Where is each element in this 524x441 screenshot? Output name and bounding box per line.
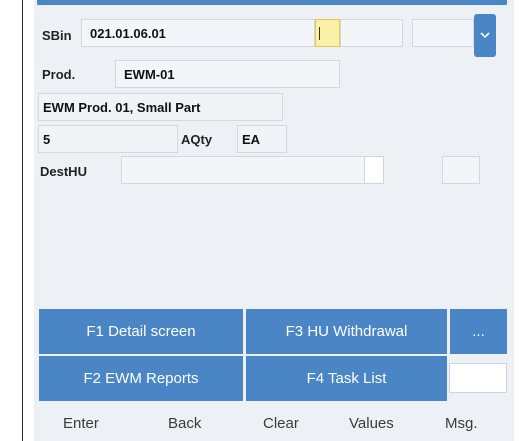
- verify-bin-input[interactable]: [315, 19, 340, 47]
- product-field[interactable]: EWM-01: [115, 60, 340, 88]
- sbin-extra-field[interactable]: [340, 19, 403, 47]
- product-description: EWM Prod. 01, Small Part: [38, 93, 283, 121]
- window-edge: [22, 0, 23, 441]
- text-cursor: [319, 26, 320, 40]
- aqty-label: AQty: [181, 132, 213, 147]
- f2-ewm-reports-button[interactable]: F2 EWM Reports: [39, 356, 243, 401]
- dropdown-field[interactable]: [412, 19, 474, 47]
- uom-field[interactable]: EA: [237, 125, 287, 153]
- product-description-text: EWM Prod. 01, Small Part: [43, 99, 201, 115]
- desthu-label: DestHU: [40, 164, 87, 179]
- back-key[interactable]: Back: [168, 415, 201, 432]
- f3-hu-withdrawal-button[interactable]: F3 HU Withdrawal: [246, 309, 447, 354]
- sbin-field[interactable]: 021.01.06.01: [81, 19, 315, 47]
- sbin-value: 021.01.06.01: [90, 25, 166, 41]
- dropdown-button[interactable]: [474, 14, 496, 57]
- clear-key[interactable]: Clear: [263, 415, 299, 432]
- prod-label: Prod.: [42, 67, 76, 82]
- values-key[interactable]: Values: [349, 415, 394, 432]
- chevron-down-icon: [480, 32, 490, 39]
- desthu-extra-field[interactable]: [442, 156, 480, 184]
- f4-task-list-button[interactable]: F4 Task List: [246, 356, 447, 401]
- enter-key[interactable]: Enter: [63, 415, 99, 432]
- header-bar: [37, 0, 507, 5]
- sbin-label: SBin: [42, 28, 72, 43]
- desthu-verify-input[interactable]: [364, 156, 384, 184]
- more-button[interactable]: ...: [450, 309, 507, 354]
- qty-value: 5: [43, 131, 51, 147]
- message-key[interactable]: Msg.: [445, 415, 478, 432]
- product-value: EWM-01: [124, 66, 175, 82]
- desthu-field[interactable]: [121, 156, 365, 184]
- f1-detail-screen-button[interactable]: F1 Detail screen: [39, 309, 243, 354]
- command-input[interactable]: [449, 363, 507, 393]
- uom-value: EA: [242, 131, 261, 147]
- qty-field[interactable]: 5: [38, 125, 178, 153]
